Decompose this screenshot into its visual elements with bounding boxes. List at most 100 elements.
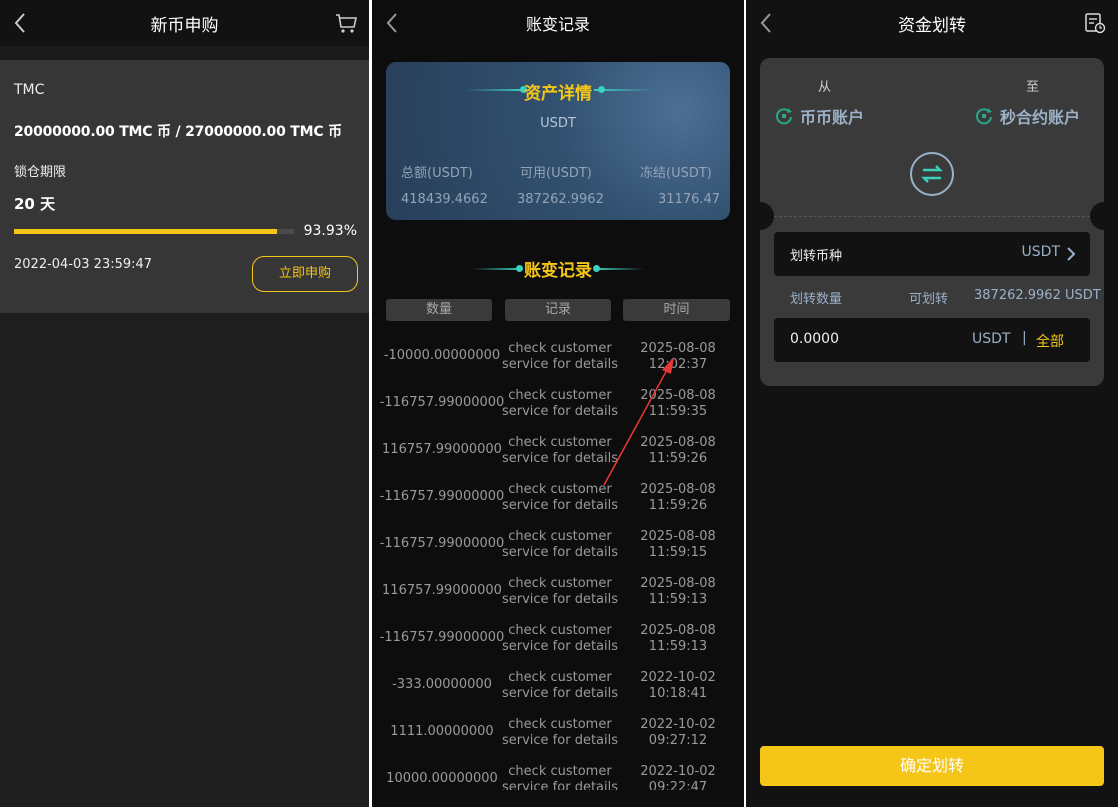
row-time: 2025-08-08 11:59:13 xyxy=(630,576,726,608)
total-value: 418439.4662 xyxy=(401,192,488,207)
row-qty: -10000.00000000 xyxy=(383,348,501,363)
header: 新币申购 xyxy=(0,0,369,46)
progress-percent: 93.93% xyxy=(303,223,357,239)
amount-label: 划转数量 xyxy=(790,292,843,307)
total-label: 总额(USDT) xyxy=(401,166,473,181)
asset-title: 资产详情 xyxy=(524,84,592,104)
row-record: check customer service for details xyxy=(500,529,620,561)
dashed-divider xyxy=(774,216,1090,217)
subscribe-button[interactable]: 立即申购 xyxy=(252,256,358,292)
asset-card: 资产详情 USDT 总额(USDT) 可用(USDT) 冻结(USDT) 418… xyxy=(386,62,730,220)
row-date: 2025-08-08 xyxy=(640,529,716,544)
confirm-transfer-button[interactable]: 确定划转 xyxy=(760,746,1104,786)
row-qty: 116757.99000000 xyxy=(382,583,502,598)
progress-fill xyxy=(14,229,277,234)
row-qty: -116757.99000000 xyxy=(379,536,505,551)
coin-select[interactable]: 划转币种 USDT xyxy=(774,232,1090,276)
table-row[interactable]: -116757.99000000 check customer service fo… xyxy=(372,477,744,524)
card-notch xyxy=(746,202,774,230)
row-record-line: service for details xyxy=(501,498,619,513)
row-record: check customer service for details xyxy=(500,482,620,514)
refresh-circle-icon xyxy=(976,108,992,125)
row-record: check customer service for details xyxy=(500,388,620,420)
table-row[interactable]: 116757.99000000 check customer service for… xyxy=(372,571,744,618)
transfer-panel: 资金划转 从 至 币币账户 秒合约账户 划转币种 USDT 划转数量 可划转 3… xyxy=(746,0,1118,807)
subscription-card: TMC 20000000.00 TMC 币 / 27000000.00 TMC … xyxy=(0,60,369,313)
amount-field-row: USDT | 全部 xyxy=(774,318,1090,362)
row-date: 2025-08-08 xyxy=(640,388,716,403)
records-list[interactable]: -10000.00000000 check customer service for… xyxy=(372,336,744,790)
table-row[interactable]: -116757.99000000 check customer service fo… xyxy=(372,524,744,571)
row-time: 2022-10-02 09:22:47 xyxy=(630,764,726,790)
row-date: 2022-10-02 xyxy=(640,764,716,779)
available-label: 可划转 xyxy=(909,292,949,307)
to-label: 至 xyxy=(1026,80,1040,95)
decor-line xyxy=(594,268,644,270)
row-clock: 09:27:12 xyxy=(648,733,708,748)
row-qty: -116757.99000000 xyxy=(379,395,505,410)
row-time: 2025-08-08 11:59:35 xyxy=(630,388,726,420)
row-clock: 11:59:13 xyxy=(648,592,708,607)
table-row[interactable]: 1111.00000000 check customer service for d… xyxy=(372,712,744,759)
row-clock: 12:02:37 xyxy=(648,357,708,372)
table-row[interactable]: -333.00000000 check customer service for d… xyxy=(372,665,744,712)
records-title: 账变记录 xyxy=(524,261,592,281)
row-date: 2025-08-08 xyxy=(640,482,716,497)
row-record-line: service for details xyxy=(501,404,619,419)
table-row[interactable]: 10000.00000000 check customer service for … xyxy=(372,759,744,790)
row-qty: -116757.99000000 xyxy=(379,630,505,645)
row-record-line: service for details xyxy=(501,545,619,560)
row-time: 2025-08-08 11:59:26 xyxy=(630,435,726,467)
frozen-value: 31176.47 xyxy=(658,192,721,207)
subscribe-panel: 新币申购 TMC 20000000.00 TMC 币 / 27000000.00… xyxy=(0,0,369,807)
coin-name: TMC xyxy=(14,82,45,98)
decor-line xyxy=(594,89,654,91)
row-record-line: service for details xyxy=(501,639,619,654)
frozen-label: 冻结(USDT) xyxy=(640,166,712,181)
lock-value: 20 天 xyxy=(14,195,56,213)
row-record-line: service for details xyxy=(501,686,619,701)
row-date: 2022-10-02 xyxy=(640,717,716,732)
row-date: 2025-08-08 xyxy=(640,623,716,638)
swap-icon[interactable] xyxy=(910,152,954,196)
row-record-line: service for details xyxy=(501,592,619,607)
row-date: 2025-08-08 xyxy=(640,341,716,356)
table-row[interactable]: 116757.99000000 check customer service for… xyxy=(372,430,744,477)
record-list-icon[interactable] xyxy=(1084,12,1106,34)
to-account[interactable]: 秒合约账户 xyxy=(974,104,1080,128)
from-account[interactable]: 币币账户 xyxy=(774,104,864,128)
row-record-line: service for details xyxy=(501,357,619,372)
amount-input[interactable] xyxy=(790,331,910,347)
row-time: 2025-08-08 12:02:37 xyxy=(630,341,726,373)
chevron-right-icon xyxy=(1067,247,1076,261)
row-qty: 1111.00000000 xyxy=(390,724,494,739)
row-record: check customer service for details xyxy=(500,623,620,655)
amount-unit: USDT xyxy=(972,331,1011,347)
progress-bar xyxy=(14,229,294,234)
lock-label: 锁仓期限 xyxy=(14,165,67,180)
row-record-line: service for details xyxy=(501,780,619,790)
row-record: check customer service for details xyxy=(500,341,620,373)
cart-icon[interactable] xyxy=(335,12,357,34)
records-panel: 账变记录 资产详情 USDT 总额(USDT) 可用(USDT) 冻结(USDT… xyxy=(372,0,744,807)
row-record: check customer service for details xyxy=(500,764,620,790)
row-qty: 116757.99000000 xyxy=(382,442,502,457)
page-title: 资金划转 xyxy=(898,16,966,36)
row-clock: 11:59:35 xyxy=(648,404,708,419)
all-button[interactable]: 全部 xyxy=(1036,331,1064,351)
records-heading: 账变记录 xyxy=(372,256,744,282)
header: 账变记录 xyxy=(372,0,744,46)
row-qty: 10000.00000000 xyxy=(386,771,498,786)
table-row[interactable]: -116757.99000000 check customer service fo… xyxy=(372,618,744,665)
table-row[interactable]: -116757.99000000 check customer service fo… xyxy=(372,383,744,430)
page-title: 新币申购 xyxy=(150,16,219,36)
card-notch xyxy=(1090,202,1118,230)
row-time: 2025-08-08 11:59:26 xyxy=(630,482,726,514)
table-row[interactable]: -10000.00000000 check customer service for… xyxy=(372,336,744,383)
row-clock: 10:18:41 xyxy=(648,686,708,701)
deadline: 2022-04-03 23:59:47 xyxy=(14,257,153,272)
row-time: 2025-08-08 11:59:13 xyxy=(630,623,726,655)
row-record-line: check customer xyxy=(508,717,612,732)
row-qty: -333.00000000 xyxy=(392,677,492,692)
column-header-record: 记录 xyxy=(505,299,611,321)
